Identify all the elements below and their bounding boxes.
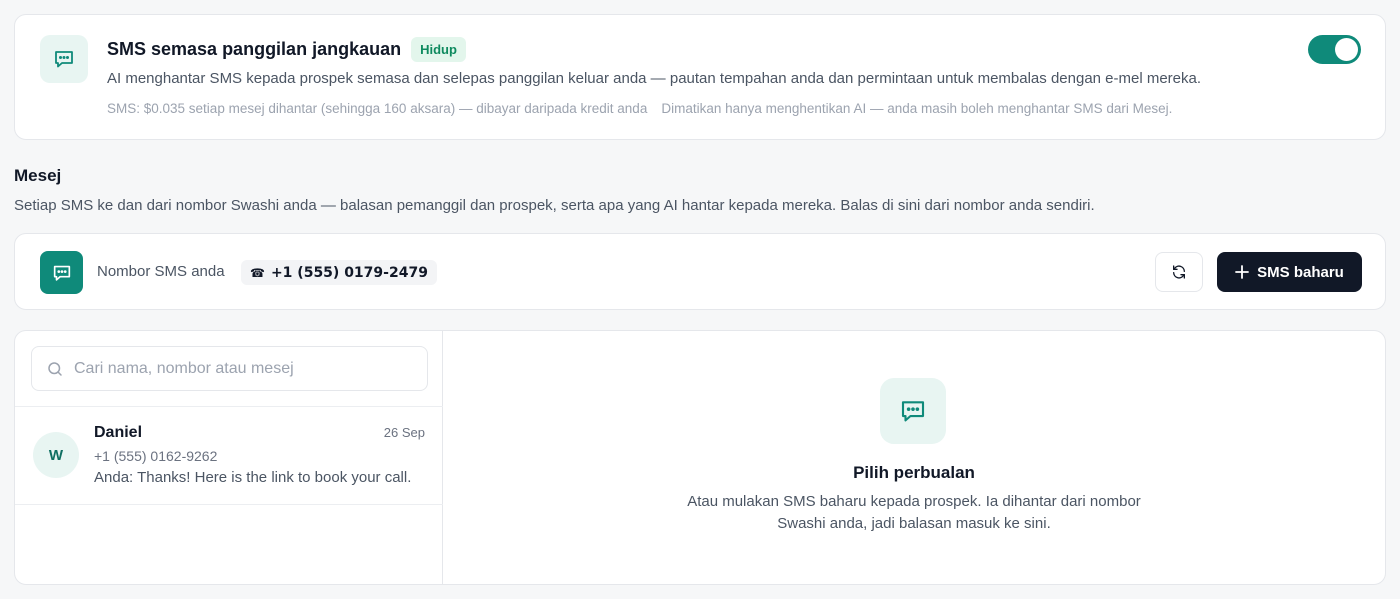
- list-divider: [15, 504, 443, 505]
- feature-meta: SMS: $0.035 setiap mesej dihantar (sehin…: [107, 101, 1172, 116]
- search-input[interactable]: [74, 359, 404, 378]
- section-description: Setiap SMS ke dan dari nombor Swashi and…: [14, 197, 1095, 214]
- refresh-icon: [1173, 265, 1185, 279]
- feature-title: SMS semasa panggilan jangkauan: [107, 39, 402, 59]
- toggle-knob: [1335, 38, 1358, 61]
- chat-bubble-icon: [40, 251, 83, 294]
- contact-number: +1 (555) 0162-9262: [94, 448, 218, 464]
- plus-icon: [1235, 265, 1250, 279]
- phone-number: +1 (555) 0179-2479: [270, 264, 428, 281]
- conversation-list: W Daniel 26 Sep +1 (555) 0162-9262 Anda:…: [15, 331, 443, 584]
- sms-outreach-card: SMS semasa panggilan jangkauan Hidup AI …: [14, 14, 1386, 140]
- chat-bubble-icon: [880, 378, 946, 444]
- sms-number-bar: Nombor SMS anda ☎ +1 (555) 0179-2479 SMS…: [14, 233, 1386, 310]
- section-title: Mesej: [14, 166, 62, 185]
- chat-bubble-icon: [40, 35, 88, 83]
- empty-state-title: Pilih perbualan: [853, 463, 975, 482]
- contact-name: Daniel: [94, 424, 143, 441]
- feature-title-row: SMS semasa panggilan jangkauan Hidup: [107, 37, 466, 62]
- sms-number-label: Nombor SMS anda: [97, 263, 225, 280]
- new-sms-button[interactable]: SMS baharu: [1217, 252, 1362, 292]
- messages-panel: W Daniel 26 Sep +1 (555) 0162-9262 Anda:…: [14, 330, 1386, 585]
- avatar: W: [33, 432, 79, 478]
- new-sms-label: SMS baharu: [1257, 263, 1344, 281]
- conversation-date: 26 Sep: [383, 425, 425, 440]
- sms-outreach-toggle[interactable]: [1308, 35, 1361, 64]
- status-badge: Hidup: [411, 37, 466, 62]
- phone-icon: ☎: [250, 265, 265, 280]
- search-icon: [48, 361, 62, 376]
- message-preview: Anda: Thanks! Here is the link to book y…: [94, 469, 412, 486]
- feature-description: AI menghantar SMS kepada prospek semasa …: [107, 70, 1202, 87]
- empty-state: Pilih perbualan Atau mulakan SMS baharu …: [443, 331, 1385, 584]
- off-note: Dimatikan hanya menghentikan AI — anda m…: [661, 101, 1173, 116]
- search-box[interactable]: [31, 346, 428, 391]
- empty-state-description: Atau mulakan SMS baharu kepada prospek. …: [687, 493, 1141, 532]
- phone-number-chip: ☎ +1 (555) 0179-2479: [241, 260, 437, 285]
- list-item[interactable]: W Daniel 26 Sep +1 (555) 0162-9262 Anda:…: [15, 407, 443, 504]
- pricing-note: SMS: $0.035 setiap mesej dihantar (sehin…: [107, 101, 648, 116]
- refresh-button[interactable]: [1155, 252, 1203, 292]
